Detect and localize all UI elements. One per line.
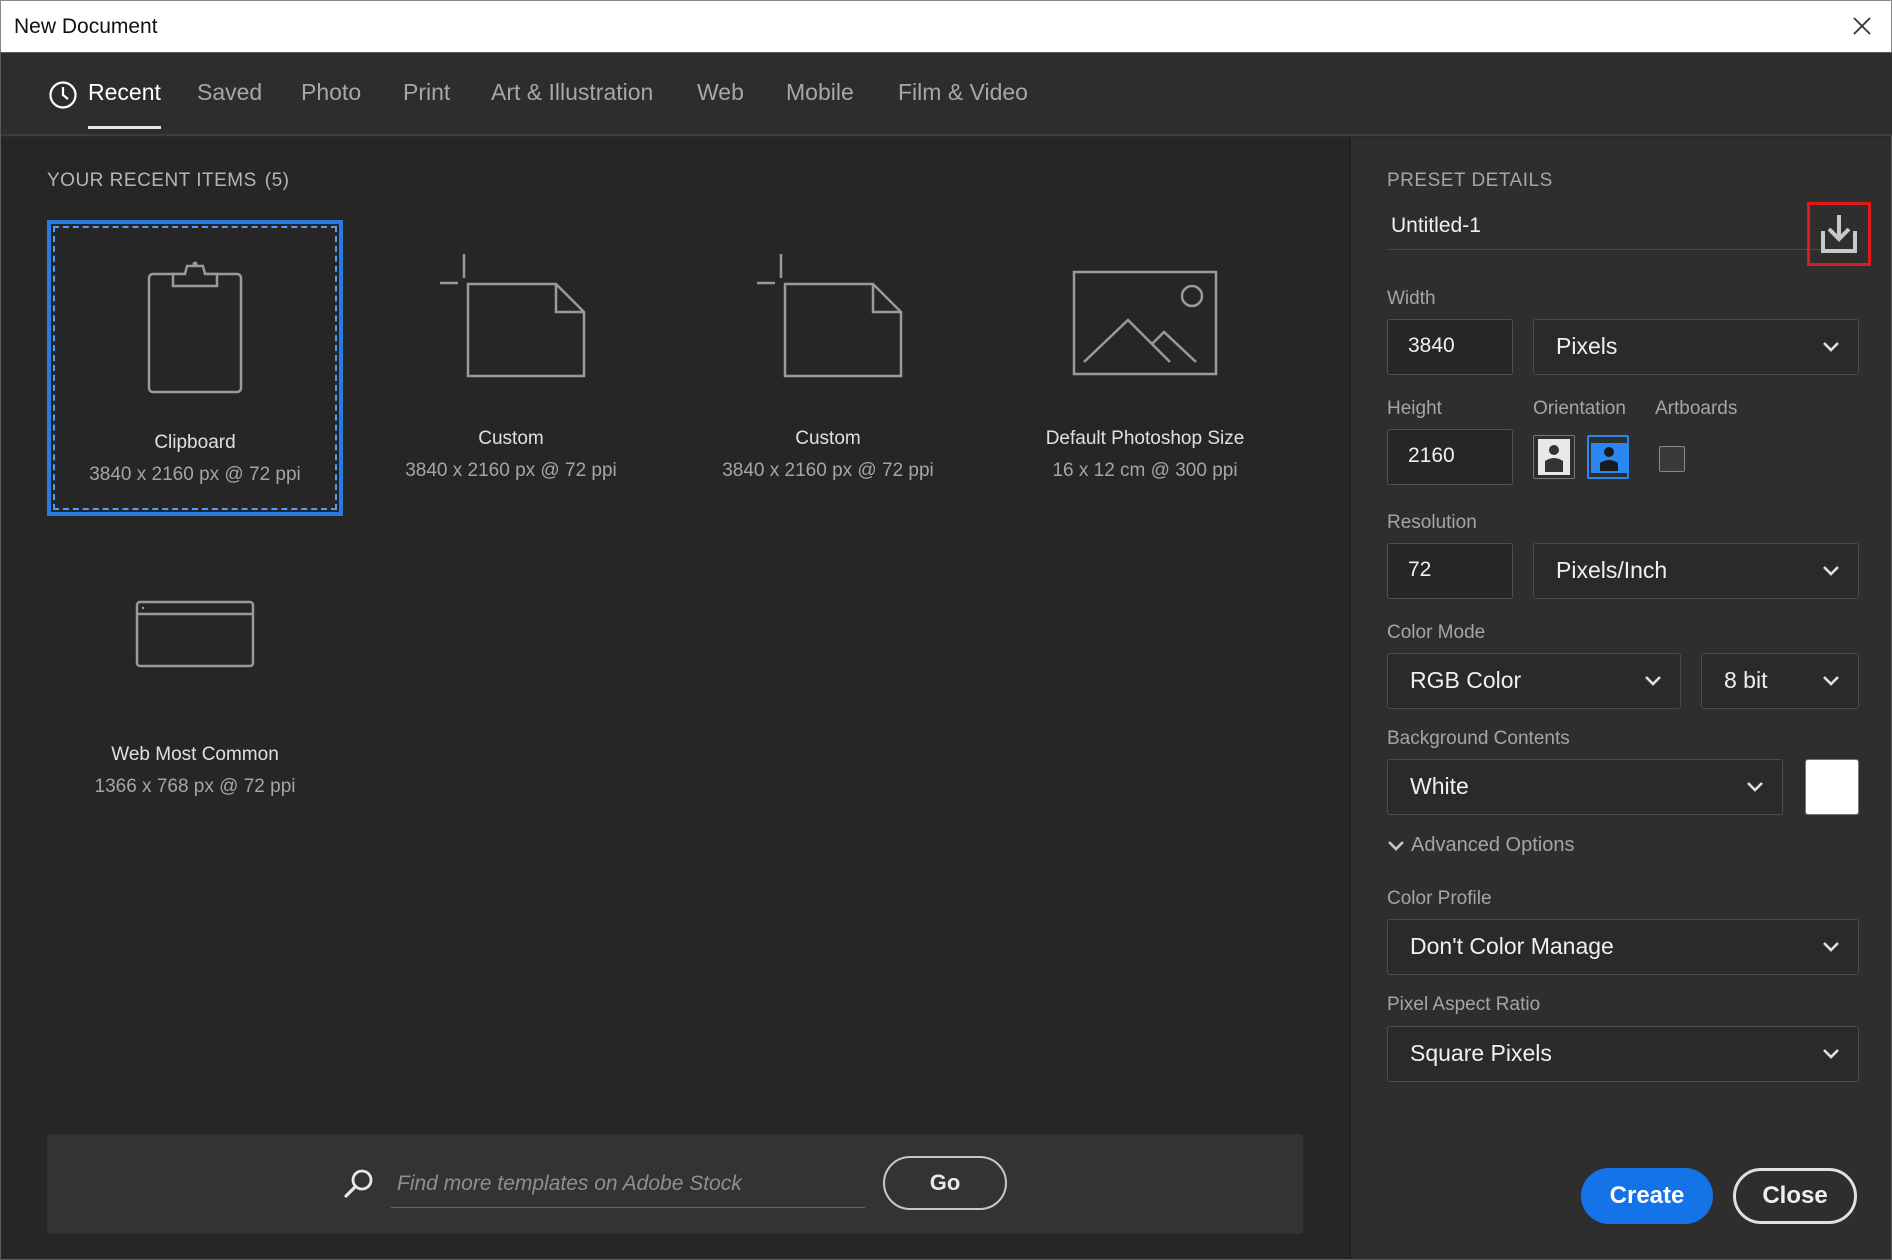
chevron-down-icon	[1388, 840, 1404, 851]
recent-items-title: YOUR RECENT ITEMS	[47, 170, 257, 191]
recent-items-count: (5)	[264, 170, 290, 191]
resolution-input[interactable]: 72	[1387, 543, 1513, 599]
recent-item-size: 3840 x 2160 px @ 72 ppi	[722, 460, 934, 481]
document-name-field[interactable]: Untitled-1	[1387, 206, 1827, 250]
chevron-down-icon	[1823, 942, 1839, 952]
width-unit-select[interactable]: Pixels	[1533, 319, 1859, 375]
close-icon[interactable]	[1851, 15, 1873, 37]
resolution-unit-value: Pixels/Inch	[1556, 557, 1668, 583]
recent-item[interactable]: Default Photoshop Size 16 x 12 cm @ 300 …	[997, 220, 1293, 516]
recent-item-size: 3840 x 2160 px @ 72 ppi	[89, 464, 301, 485]
save-preset-icon	[1821, 215, 1857, 253]
recent-item-name: Custom	[478, 428, 544, 449]
recent-item[interactable]: Custom 3840 x 2160 px @ 72 ppi	[680, 220, 976, 516]
background-contents-label: Background Contents	[1387, 728, 1570, 749]
chevron-down-icon	[1823, 1049, 1839, 1059]
resolution-label: Resolution	[1387, 512, 1477, 533]
create-button[interactable]: Create	[1581, 1168, 1713, 1224]
preset-details-title: PRESET DETAILS	[1387, 170, 1553, 191]
close-button[interactable]: Close	[1733, 1168, 1857, 1224]
pixel-aspect-ratio-label: Pixel Aspect Ratio	[1387, 994, 1541, 1015]
recent-item-name: Custom	[795, 428, 861, 449]
recent-item-size: 1366 x 768 px @ 72 ppi	[94, 776, 296, 797]
save-preset-button[interactable]	[1807, 202, 1871, 266]
clock-icon	[49, 81, 77, 109]
pixel-aspect-ratio-select[interactable]: Square Pixels	[1387, 1026, 1859, 1082]
tab-art-illustration[interactable]: Art & Illustration	[491, 79, 653, 119]
advanced-options-label: Advanced Options	[1411, 834, 1575, 856]
title-bar: New Document	[0, 0, 1892, 52]
custom-doc-icon	[440, 254, 586, 378]
color-mode-label: Color Mode	[1387, 622, 1486, 643]
chevron-down-icon	[1645, 676, 1661, 686]
color-profile-select[interactable]: Don't Color Manage	[1387, 919, 1859, 975]
recent-item-size: 3840 x 2160 px @ 72 ppi	[405, 460, 617, 481]
height-label: Height	[1387, 398, 1442, 419]
color-mode-select[interactable]: RGB Color	[1387, 653, 1681, 709]
background-contents-select[interactable]: White	[1387, 759, 1783, 815]
width-label: Width	[1387, 288, 1436, 309]
landscape-icon	[1591, 443, 1627, 473]
bit-depth-value: 8 bit	[1724, 667, 1768, 693]
tab-web[interactable]: Web	[697, 79, 744, 119]
orientation-label: Orientation	[1533, 398, 1626, 419]
tab-film-video[interactable]: Film & Video	[898, 79, 1028, 119]
color-profile-label: Color Profile	[1387, 888, 1492, 909]
tab-mobile[interactable]: Mobile	[786, 79, 854, 119]
tab-print[interactable]: Print	[403, 79, 450, 119]
recent-items-pane: YOUR RECENT ITEMS (5) Clipboard 3840 x 21…	[1, 138, 1349, 1259]
chevron-down-icon	[1823, 342, 1839, 352]
tab-recent[interactable]: Recent	[88, 79, 161, 129]
chevron-down-icon	[1823, 566, 1839, 576]
clipboard-icon	[147, 261, 243, 394]
height-input[interactable]: 2160	[1387, 429, 1513, 485]
artboards-checkbox[interactable]	[1659, 446, 1685, 472]
resolution-unit-select[interactable]: Pixels/Inch	[1533, 543, 1859, 599]
search-icon	[344, 1169, 373, 1198]
background-contents-value: White	[1410, 773, 1469, 799]
stock-search-bar: Go	[47, 1134, 1303, 1234]
portrait-icon	[1538, 439, 1570, 475]
category-tabs: Recent Saved Photo Print Art & Illustrat…	[1, 53, 1892, 136]
image-icon	[1072, 270, 1218, 376]
pixel-aspect-ratio-value: Square Pixels	[1410, 1040, 1552, 1066]
recent-item-size: 16 x 12 cm @ 300 ppi	[1052, 460, 1238, 481]
chevron-down-icon	[1747, 782, 1763, 792]
artboards-label: Artboards	[1655, 398, 1738, 419]
advanced-options-toggle[interactable]: Advanced Options	[1387, 834, 1574, 857]
background-color-swatch[interactable]	[1805, 759, 1859, 815]
tab-photo[interactable]: Photo	[301, 79, 361, 119]
recent-items-heading: YOUR RECENT ITEMS (5)	[47, 170, 290, 192]
new-document-dialog: Recent Saved Photo Print Art & Illustrat…	[0, 52, 1892, 1260]
go-button[interactable]: Go	[883, 1156, 1007, 1210]
custom-doc-icon	[757, 254, 903, 378]
window-title: New Document	[14, 15, 158, 38]
chevron-down-icon	[1823, 676, 1839, 686]
recent-item-name: Default Photoshop Size	[1045, 428, 1245, 449]
recent-item-name: Web Most Common	[111, 744, 279, 765]
recent-item-name: Clipboard	[154, 432, 236, 453]
recent-item[interactable]: Custom 3840 x 2160 px @ 72 ppi	[363, 220, 659, 516]
preset-details-pane: PRESET DETAILS Untitled-1 Width 3840 Pix…	[1349, 138, 1891, 1259]
stock-search-input[interactable]	[391, 1160, 865, 1208]
color-profile-value: Don't Color Manage	[1410, 933, 1614, 959]
tab-saved[interactable]: Saved	[197, 79, 262, 119]
bit-depth-select[interactable]: 8 bit	[1701, 653, 1859, 709]
width-unit-value: Pixels	[1556, 333, 1618, 359]
width-input[interactable]: 3840	[1387, 319, 1513, 375]
portrait-orientation-button[interactable]	[1533, 435, 1575, 479]
recent-item[interactable]: Web Most Common 1366 x 768 px @ 72 ppi	[47, 536, 343, 832]
color-mode-value: RGB Color	[1410, 667, 1522, 693]
recent-item[interactable]: Clipboard 3840 x 2160 px @ 72 ppi	[47, 220, 343, 516]
landscape-orientation-button[interactable]	[1587, 435, 1629, 479]
browser-window-icon	[135, 600, 255, 668]
